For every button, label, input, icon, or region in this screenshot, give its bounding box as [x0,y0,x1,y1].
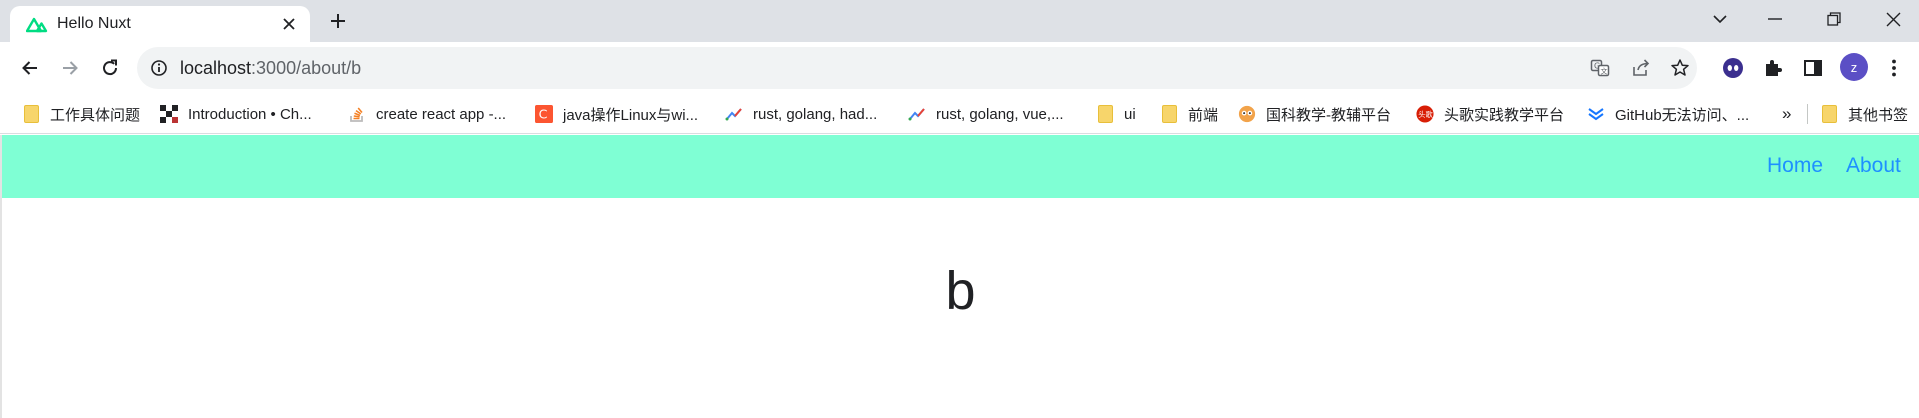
bookmark-item[interactable]: 国科教学-教辅平台 [1238,102,1391,126]
bookmark-star-icon[interactable] [1669,57,1691,79]
translate-icon[interactable]: G文 [1589,57,1611,79]
new-tab-icon[interactable] [328,11,348,31]
bookmarks-separator [1807,104,1808,124]
close-window-icon[interactable] [1881,8,1905,30]
bookmark-label: 前端 [1188,106,1219,124]
url-host: localhost [180,58,252,78]
profile-avatar[interactable]: z [1840,53,1868,81]
folder-icon [22,105,40,123]
owl-favicon-icon [1238,105,1256,123]
stackoverflow-icon [348,105,366,123]
bookmark-label: create react app -... [376,105,507,123]
csdn-icon: C [535,105,553,123]
forward-icon[interactable] [56,54,84,82]
tab-title: Hello Nuxt [57,15,131,32]
bookmark-label: GitHub无法访问、... [1615,106,1750,124]
bookmark-label: ui [1124,105,1136,123]
folder-icon [1160,105,1178,123]
bookmark-label: 工作具体问题 [50,106,141,124]
svg-text:文: 文 [1601,67,1608,76]
bookmark-item[interactable]: rust, golang, vue,... [908,102,1064,126]
bookmark-label: 其他书签 [1848,106,1909,124]
folder-icon [1096,105,1114,123]
share-icon[interactable] [1630,57,1652,79]
bookmark-item[interactable]: create react app -... [348,102,506,126]
bookmark-item[interactable]: 工作具体问题 [22,102,140,126]
toutiao-favicon-icon: 头歌 [1416,105,1434,123]
bookmark-label: 国科教学-教辅平台 [1266,106,1391,124]
page-heading: b [945,261,976,321]
bookmark-label: 头歌实践教学平台 [1444,106,1565,124]
bookmark-label: rust, golang, had... [753,105,878,123]
minimize-icon[interactable] [1763,8,1787,30]
url-path: :3000/about/b [251,58,362,78]
site-header: Home About [2,135,1919,198]
bookmark-item[interactable]: 前端 [1160,102,1218,126]
nav-link-about[interactable]: About [1846,154,1901,178]
nuxt-logo-icon [25,15,48,33]
bookmarks-bar: 工作具体问题 Introduction • Ch... create react… [0,94,1919,134]
pixel-favicon-icon [160,105,178,123]
other-bookmarks-folder[interactable]: 其他书签 [1820,102,1908,126]
bookmark-item[interactable]: GitHub无法访问、... [1587,102,1749,126]
tab-search-icon[interactable] [1708,8,1732,30]
restore-icon[interactable] [1822,8,1846,30]
folder-icon [1820,105,1838,123]
page-viewport: Home About b [0,135,1919,418]
bookmark-item[interactable]: Introduction • Ch... [160,102,312,126]
bookmark-item[interactable]: ui [1096,102,1136,126]
browser-toolbar: localhost:3000/about/b G文 z [0,42,1919,94]
extensions-puzzle-icon[interactable] [1759,54,1787,82]
bookmarks-overflow-button[interactable]: » [1782,102,1791,126]
bookmark-item[interactable]: rust, golang, had... [725,102,877,126]
svg-text:头歌: 头歌 [1418,110,1433,119]
side-panel-icon[interactable] [1799,54,1827,82]
address-bar[interactable]: localhost:3000/about/b G文 [137,47,1697,89]
trend-icon [908,105,926,123]
bookmark-label: Introduction • Ch... [188,105,312,123]
bookmark-label: rust, golang, vue,... [936,105,1064,123]
site-info-icon[interactable] [150,59,168,77]
url-text[interactable]: localhost:3000/about/b [180,58,361,79]
bookmark-label: java操作Linux与wi... [563,106,699,124]
reload-icon[interactable] [96,54,124,82]
tab-hello-nuxt[interactable]: Hello Nuxt [10,6,310,42]
chevrons-favicon-icon [1587,105,1605,123]
trend-icon [725,105,743,123]
back-icon[interactable] [16,54,44,82]
nav-link-home[interactable]: Home [1767,154,1823,178]
bookmark-item[interactable]: C java操作Linux与wi... [535,102,698,126]
extension-eyes-icon[interactable] [1719,54,1747,82]
close-tab-icon[interactable] [280,15,298,33]
tab-strip: Hello Nuxt [0,0,1919,42]
svg-text:C: C [539,107,548,122]
bookmark-item[interactable]: 头歌 头歌实践教学平台 [1416,102,1564,126]
menu-kebab-icon[interactable] [1880,54,1908,82]
